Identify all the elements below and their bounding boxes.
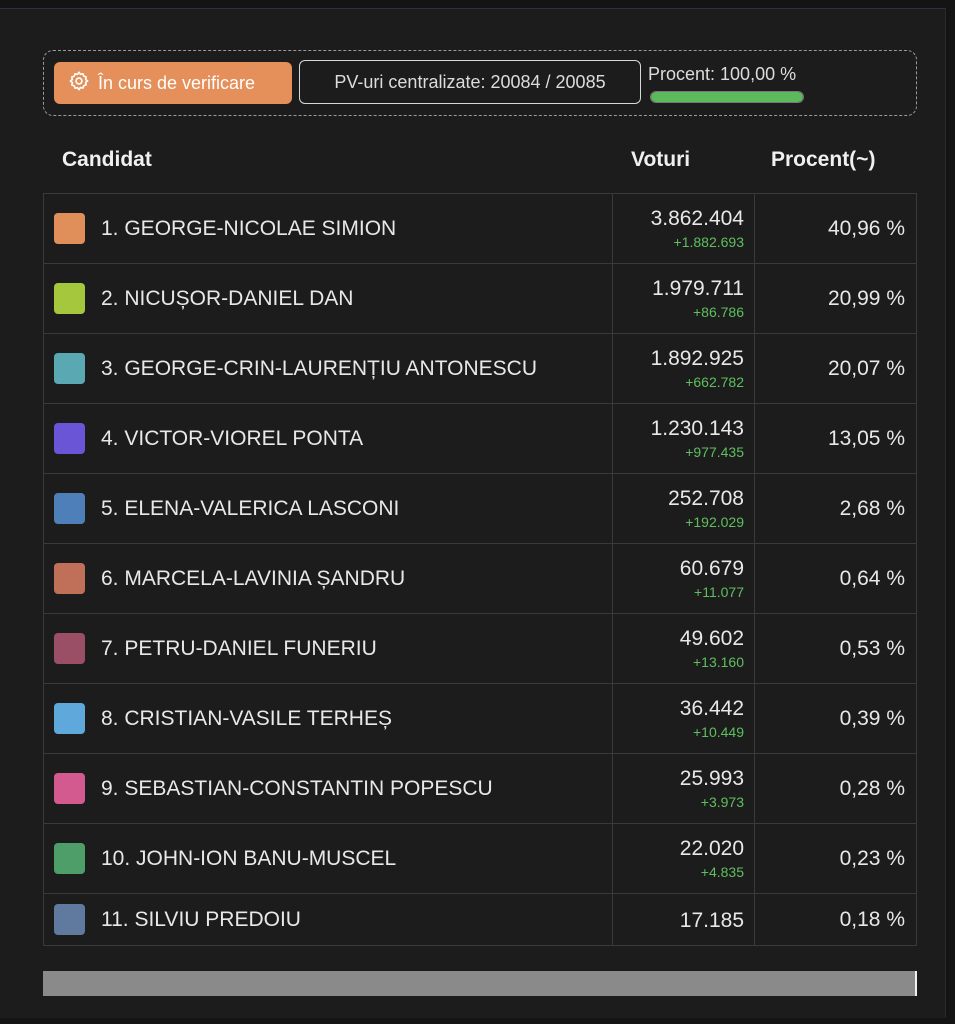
votes-cell: 49.602 +13.160 (612, 614, 755, 683)
header-votes: Voturi (631, 148, 691, 171)
percent-value: 40,96 % (827, 217, 905, 240)
votes-value: 1.230.143 (650, 417, 744, 440)
votes-value: 25.993 (679, 767, 744, 790)
votes-cell: 22.020 +4.835 (612, 824, 755, 893)
candidate-color-swatch (54, 423, 85, 454)
table-row: 10. JOHN-ION BANU-MUSCEL 22.020 +4.835 0,23… (43, 824, 917, 894)
candidate-color-swatch (54, 563, 85, 594)
table-row: 6. MARCELA-LAVINIA ȘANDRU 60.679 +11.077 0,… (43, 544, 917, 614)
votes-value: 36.442 (679, 697, 744, 720)
votes-delta: +11.077 (694, 584, 744, 600)
candidate-name: 1. GEORGE-NICOLAE SIMION (101, 217, 397, 240)
horizontal-scrollbar[interactable] (43, 971, 917, 996)
votes-cell: 1.979.711 +86.786 (612, 264, 755, 333)
votes-delta: +3.973 (700, 794, 744, 810)
percent-value: 20,07 % (827, 357, 905, 380)
gear-icon (68, 70, 98, 97)
candidate-color-swatch (54, 773, 85, 804)
candidate-color-swatch (54, 493, 85, 524)
candidate-color-swatch (54, 904, 85, 935)
table-row: 9. SEBASTIAN-CONSTANTIN POPESCU 25.993 +3.… (43, 754, 917, 824)
candidate-name: 5. ELENA-VALERICA LASCONI (101, 497, 400, 520)
percent-value: 0,18 % (839, 908, 905, 931)
candidate-color-swatch (54, 283, 85, 314)
table-row: 8. CRISTIAN-VASILE TERHEȘ 36.442 +10.449 0,… (43, 684, 917, 754)
progress-bar-fill (651, 92, 803, 102)
votes-cell: 36.442 +10.449 (612, 684, 755, 753)
votes-delta: +10.449 (693, 724, 744, 740)
votes-delta: +1.882.693 (673, 234, 744, 250)
votes-delta: +192.029 (685, 514, 744, 530)
votes-delta: +977.435 (685, 444, 744, 460)
candidate-name: 8. CRISTIAN-VASILE TERHEȘ (101, 707, 392, 730)
candidate-color-swatch (54, 703, 85, 734)
candidate-name: 10. JOHN-ION BANU-MUSCEL (101, 847, 397, 870)
candidate-name: 11. SILVIU PREDOIU (101, 908, 301, 931)
header-percent: Procent(~) (771, 148, 876, 171)
votes-delta: +662.782 (685, 374, 744, 390)
candidate-name: 3. GEORGE-CRIN-LAURENȚIU ANTONESCU (101, 357, 538, 380)
table-row: 4. VICTOR-VIOREL PONTA 1.230.143 +977.435 1… (43, 404, 917, 474)
votes-delta: +86.786 (693, 304, 744, 320)
votes-value: 1.892.925 (650, 347, 744, 370)
candidate-color-swatch (54, 353, 85, 384)
table-header: Candidat Voturi Procent(~) (43, 145, 917, 175)
votes-delta: +13.160 (693, 654, 744, 670)
votes-value: 17.185 (679, 909, 744, 932)
table-row: 1. GEORGE-NICOLAE SIMION 3.862.404 +1.882.… (43, 194, 917, 264)
results-panel: În curs de verificare PV-uri centralizat… (0, 8, 946, 1018)
status-bar: În curs de verificare PV-uri centralizat… (43, 50, 917, 116)
percent-value: 0,28 % (839, 777, 905, 800)
candidate-name: 2. NICUȘOR-DANIEL DAN (101, 287, 354, 310)
votes-value: 3.862.404 (650, 207, 744, 230)
candidate-color-swatch (54, 213, 85, 244)
percent-value: 20,99 % (827, 287, 905, 310)
votes-cell: 252.708 +192.029 (612, 474, 755, 543)
verification-status-button[interactable]: În curs de verificare (54, 62, 292, 104)
votes-cell: 25.993 +3.973 (612, 754, 755, 823)
table-row: 3. GEORGE-CRIN-LAURENȚIU ANTONESCU 1.892.… (43, 334, 917, 404)
table-row: 2. NICUȘOR-DANIEL DAN 1.979.711 +86.786 20,… (43, 264, 917, 334)
percent-value: 0,64 % (839, 567, 905, 590)
candidate-name: 4. VICTOR-VIOREL PONTA (101, 427, 364, 450)
percent-value: 13,05 % (827, 427, 905, 450)
percent-value: 0,23 % (839, 847, 905, 870)
votes-value: 60.679 (679, 557, 744, 580)
votes-cell: 1.892.925 +662.782 (612, 334, 755, 403)
votes-value: 1.979.711 (652, 277, 744, 300)
table-row: 7. PETRU-DANIEL FUNERIU 49.602 +13.160 0,53… (43, 614, 917, 684)
percent-value: 2,68 % (839, 497, 905, 520)
candidate-color-swatch (54, 633, 85, 664)
votes-delta: +4.835 (700, 864, 744, 880)
progress-bar (650, 91, 804, 103)
votes-cell: 17.185 (612, 894, 755, 945)
scrollbar-edge (915, 971, 917, 996)
votes-value: 49.602 (679, 627, 744, 650)
votes-value: 22.020 (679, 837, 744, 860)
candidate-name: 6. MARCELA-LAVINIA ȘANDRU (101, 567, 406, 590)
pv-centralized-count: PV-uri centralizate: 20084 / 20085 (299, 60, 641, 104)
candidate-name: 7. PETRU-DANIEL FUNERIU (101, 637, 377, 660)
candidate-name: 9. SEBASTIAN-CONSTANTIN POPESCU (101, 777, 493, 800)
results-table: 1. GEORGE-NICOLAE SIMION 3.862.404 +1.882.… (43, 193, 917, 946)
candidate-color-swatch (54, 843, 85, 874)
percent-value: 0,53 % (839, 637, 905, 660)
procent-label: Procent: 100,00 % (648, 64, 797, 84)
verification-status-label: În curs de verificare (98, 72, 256, 93)
table-row: 5. ELENA-VALERICA LASCONI 252.708 +192.029… (43, 474, 917, 544)
table-row: 11. SILVIU PREDOIU 17.185 0,18 % (43, 894, 917, 946)
votes-cell: 60.679 +11.077 (612, 544, 755, 613)
votes-cell: 3.862.404 +1.882.693 (612, 194, 755, 263)
header-candidate: Candidat (62, 148, 152, 171)
votes-value: 252.708 (668, 487, 744, 510)
percent-value: 0,39 % (839, 707, 905, 730)
votes-cell: 1.230.143 +977.435 (612, 404, 755, 473)
